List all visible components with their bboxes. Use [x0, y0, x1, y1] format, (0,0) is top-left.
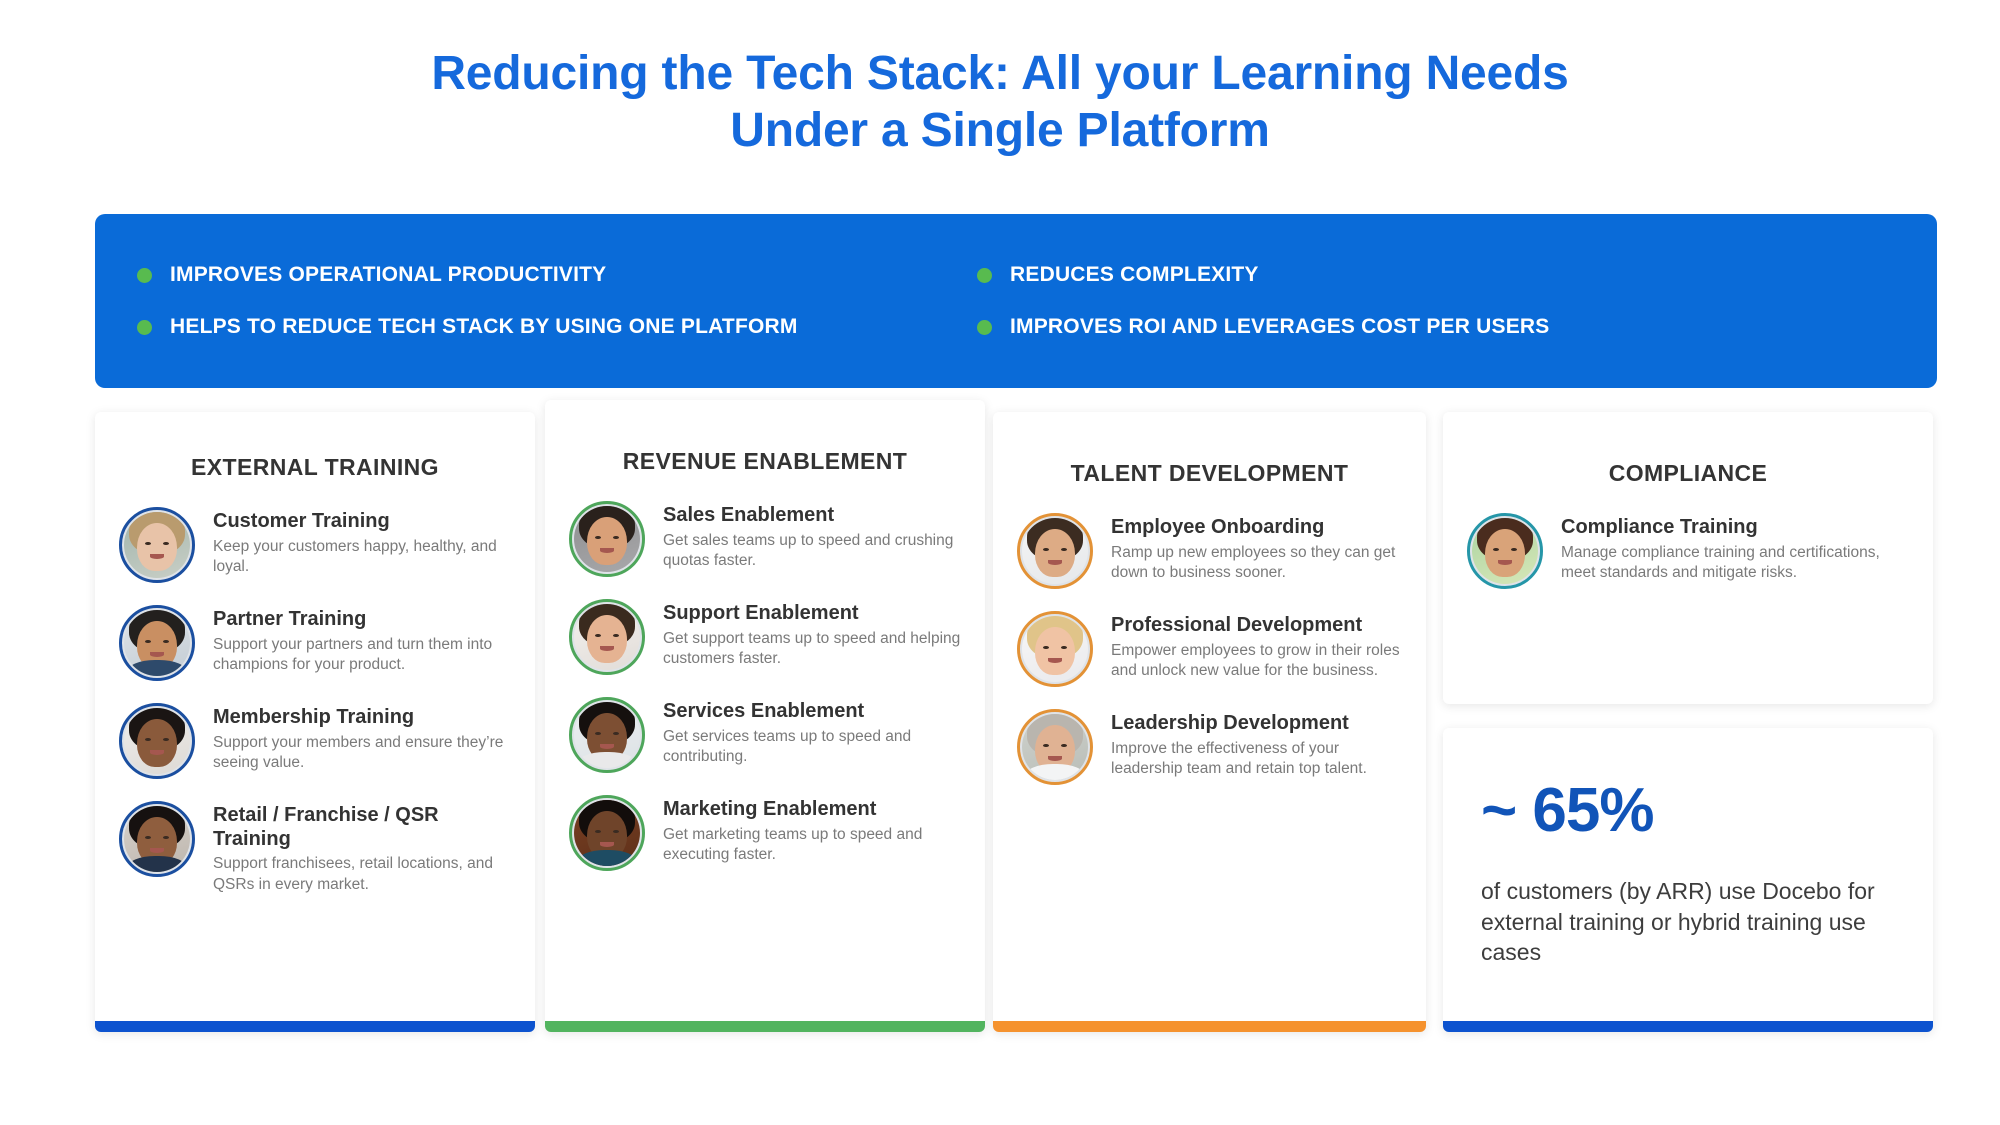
list-item: Customer Training Keep your customers ha… — [119, 507, 511, 583]
list-item-title: Support Enablement — [663, 602, 859, 624]
card-external-training: EXTERNAL TRAINING Customer Training Keep… — [95, 412, 535, 1032]
page-title-line-1: Reducing the Tech Stack: All your Learni… — [431, 47, 1569, 100]
list-item-desc: Improve the effectiveness of your leader… — [1111, 739, 1367, 778]
card-accent-bar — [993, 1021, 1426, 1032]
list-item-desc: Keep your customers happy, healthy, and … — [213, 537, 497, 576]
list-item-title: Professional Development — [1111, 614, 1363, 636]
avatar — [569, 795, 645, 871]
benefit-label: REDUCES COMPLEXITY — [1010, 263, 1259, 286]
list-item-desc: Ramp up new employees so they can get do… — [1111, 543, 1396, 582]
list-item: Services Enablement Get services teams u… — [569, 697, 961, 773]
card-talent-development: TALENT DEVELOPMENT Employee Onboarding R… — [993, 412, 1426, 1032]
card-title: COMPLIANCE — [1608, 460, 1768, 486]
bullet-icon — [137, 267, 152, 283]
list-item-desc: Get support teams up to speed and helpin… — [663, 629, 961, 668]
avatar — [569, 501, 645, 577]
list-item-desc: Support your members and ensure they’re … — [213, 733, 504, 772]
page-title-line-2: Under a Single Platform — [730, 103, 1270, 157]
avatar — [1017, 611, 1093, 687]
list-item: Leadership Development Improve the effec… — [1017, 709, 1402, 785]
list-item-title: Compliance Training — [1561, 516, 1758, 538]
list-item-title: Retail / Franchise / QSR Training — [213, 804, 439, 850]
benefit-label: IMPROVES ROI AND LEVERAGES COST PER USER… — [1010, 315, 1550, 338]
list-item: Retail / Franchise / QSR Training Suppor… — [119, 801, 511, 895]
avatar — [1017, 513, 1093, 589]
list-item: Professional Development Empower employe… — [1017, 611, 1402, 687]
avatar — [1467, 513, 1543, 589]
avatar — [119, 801, 195, 877]
avatar — [119, 703, 195, 779]
list-item: Partner Training Support your partners a… — [119, 605, 511, 681]
card-accent-bar — [545, 1021, 985, 1032]
card-accent-bar — [95, 1021, 535, 1032]
card-title: REVENUE ENABLEMENT — [622, 448, 908, 474]
avatar — [119, 605, 195, 681]
benefits-banner-right-column: REDUCES COMPLEXITY IMPROVES ROI AND LEVE… — [915, 214, 1715, 388]
bullet-icon — [977, 319, 992, 335]
list-item-desc: Get sales teams up to speed and crushing… — [663, 531, 954, 570]
list-item: Compliance Training Manage compliance tr… — [1467, 513, 1909, 589]
benefit-item: IMPROVES OPERATIONAL PRODUCTIVITY — [137, 263, 915, 287]
list-item-desc: Empower employees to grow in their roles… — [1111, 641, 1400, 680]
bullet-icon — [137, 319, 152, 335]
list-item-title: Membership Training — [213, 706, 415, 728]
list-item-title: Sales Enablement — [663, 504, 835, 526]
card-title: EXTERNAL TRAINING — [191, 454, 439, 480]
list-item-desc: Get services teams up to speed and contr… — [663, 727, 912, 766]
stat-number: ~ 65% — [1481, 776, 1655, 845]
benefit-label: IMPROVES OPERATIONAL PRODUCTIVITY — [170, 263, 607, 286]
list-item-title: Employee Onboarding — [1111, 516, 1325, 538]
avatar — [569, 697, 645, 773]
avatar — [119, 507, 195, 583]
benefit-item: HELPS TO REDUCE TECH STACK BY USING ONE … — [137, 315, 915, 339]
list-item-desc: Get marketing teams up to speed and exec… — [663, 825, 923, 864]
list-item-desc: Support your partners and turn them into… — [213, 635, 493, 674]
list-item-desc: Manage compliance training and certifica… — [1561, 543, 1880, 582]
avatar — [1017, 709, 1093, 785]
card-title: TALENT DEVELOPMENT — [1070, 460, 1349, 486]
benefit-item: IMPROVES ROI AND LEVERAGES COST PER USER… — [977, 315, 1715, 339]
list-item-desc: Support franchisees, retail locations, a… — [213, 855, 494, 893]
benefit-label: HELPS TO REDUCE TECH STACK BY USING ONE … — [170, 315, 798, 338]
list-item: Employee Onboarding Ramp up new employee… — [1017, 513, 1402, 589]
slide-canvas: Reducing the Tech Stack: All your Learni… — [0, 0, 2000, 1125]
avatar — [569, 599, 645, 675]
stat-caption: of customers (by ARR) use Docebo for ext… — [1481, 878, 1875, 966]
card-compliance: COMPLIANCE Compliance Training Manage co… — [1443, 412, 1933, 704]
benefits-banner: IMPROVES OPERATIONAL PRODUCTIVITY HELPS … — [95, 214, 1937, 388]
card-revenue-enablement: REVENUE ENABLEMENT Sales Enablement Get … — [545, 400, 985, 1032]
list-item: Membership Training Support your members… — [119, 703, 511, 779]
list-item-title: Partner Training — [213, 608, 367, 630]
list-item: Support Enablement Get support teams up … — [569, 599, 961, 675]
list-item: Marketing Enablement Get marketing teams… — [569, 795, 961, 871]
card-stat-highlight: ~ 65% of customers (by ARR) use Docebo f… — [1443, 728, 1933, 1032]
benefits-banner-left-column: IMPROVES OPERATIONAL PRODUCTIVITY HELPS … — [95, 214, 915, 388]
list-item-title: Marketing Enablement — [663, 798, 877, 820]
benefit-item: REDUCES COMPLEXITY — [977, 263, 1715, 287]
bullet-icon — [977, 267, 992, 283]
list-item-title: Services Enablement — [663, 700, 865, 722]
list-item-title: Leadership Development — [1111, 712, 1349, 734]
list-item-title: Customer Training — [213, 510, 390, 532]
page-title: Reducing the Tech Stack: All your Learni… — [0, 46, 2000, 159]
card-accent-bar — [1443, 1021, 1933, 1032]
list-item: Sales Enablement Get sales teams up to s… — [569, 501, 961, 577]
